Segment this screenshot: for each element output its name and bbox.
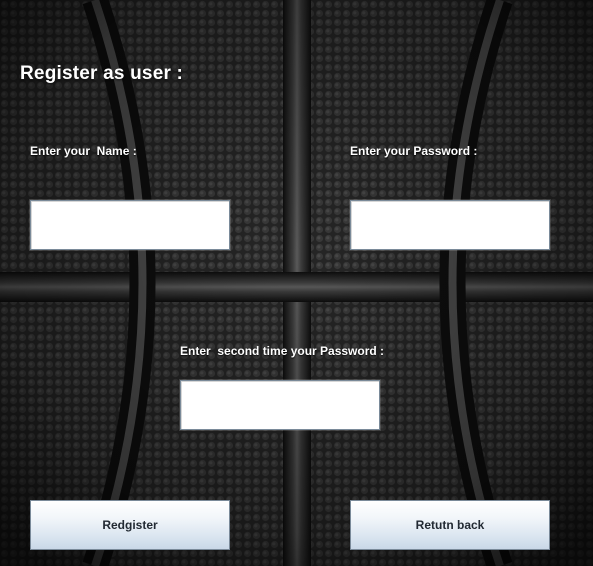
name-label: Enter your Name : [30,144,137,158]
password-label: Enter your Password : [350,144,478,158]
register-button[interactable]: Redgister [30,500,230,550]
password-input[interactable] [350,200,550,250]
confirm-password-input[interactable] [180,380,380,430]
confirm-password-label: Enter second time your Password : [180,344,385,358]
return-back-button[interactable]: Retutn back [350,500,550,550]
register-window: Register as user : Enter your Name : Ent… [0,0,593,566]
name-input[interactable] [30,200,230,250]
page-title: Register as user : [20,63,184,84]
